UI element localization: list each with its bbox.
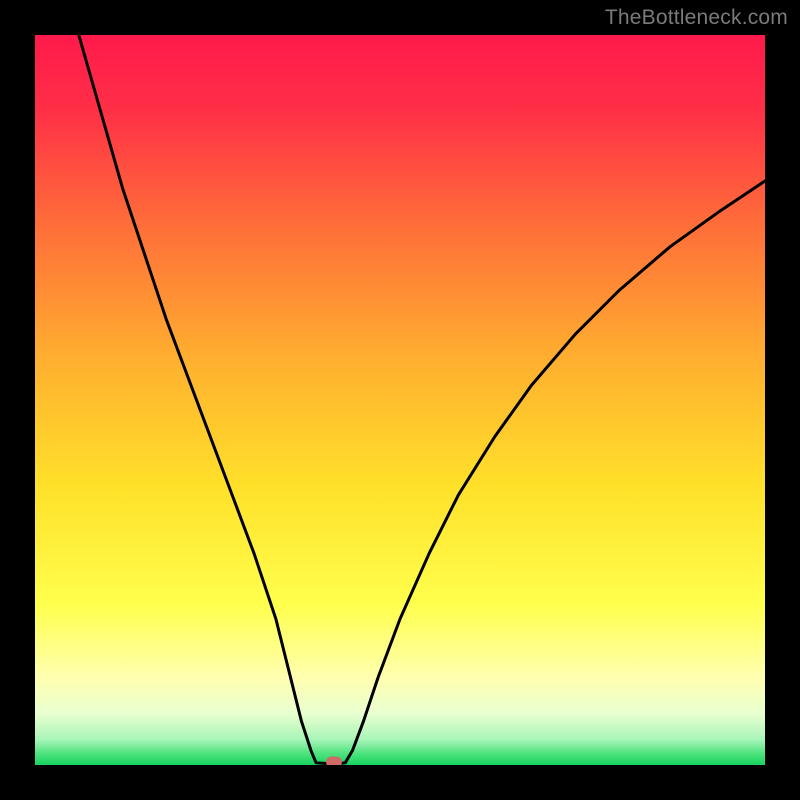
chart-frame: TheBottleneck.com — [0, 0, 800, 800]
plot-area — [35, 35, 765, 765]
bottleneck-curve — [35, 35, 765, 765]
optimal-point-marker — [326, 757, 342, 765]
watermark-text: TheBottleneck.com — [605, 6, 788, 30]
